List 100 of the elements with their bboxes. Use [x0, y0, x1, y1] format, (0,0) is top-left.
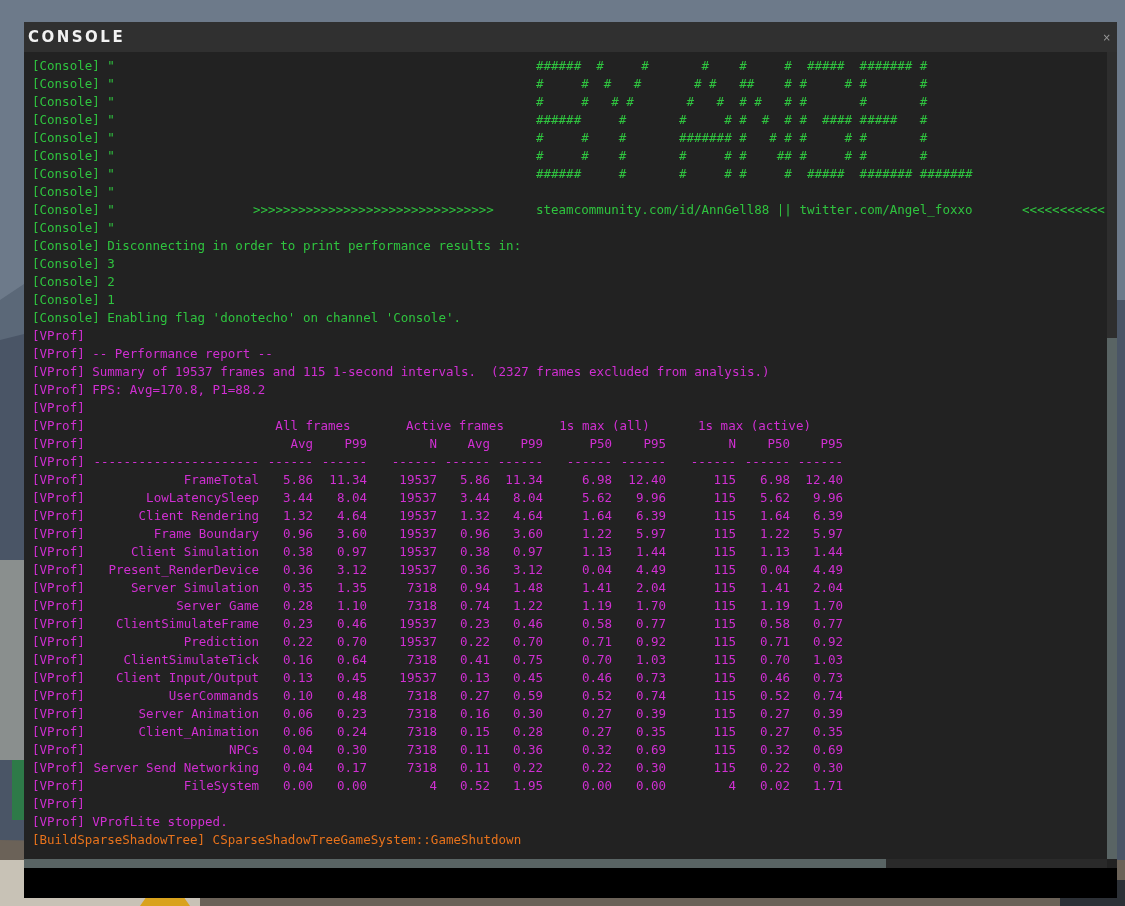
- separator-text: ------: [320, 453, 367, 471]
- separator-text: ------: [266, 453, 313, 471]
- log-line: [Console] ": [32, 148, 115, 163]
- table-cell-text: 0.04: [281, 741, 313, 759]
- table-cell-text: 0.96: [458, 525, 490, 543]
- table-cell-text: 0.30: [335, 741, 367, 759]
- table-cell-text: 1.22: [580, 525, 612, 543]
- separator-text: ------: [390, 453, 437, 471]
- table-cell-text: 7318: [405, 597, 437, 615]
- log-line: [Console] Disconnecting in order to print performance results in:: [32, 237, 522, 255]
- log-prefix: [VProf]: [32, 417, 84, 435]
- command-input[interactable]: [24, 868, 1117, 898]
- table-cell-text: 115: [712, 651, 736, 669]
- table-cell-text: 0.27: [758, 723, 790, 741]
- table-cell-text: 0.77: [634, 615, 666, 633]
- table-cell-text: 3.44: [458, 489, 490, 507]
- table-cell-text: 0.74: [811, 687, 843, 705]
- table-cell-text: 0.30: [511, 705, 543, 723]
- table-cell-text: 0.46: [580, 669, 612, 687]
- log-prefix: [VProf]: [32, 705, 84, 723]
- ascii-art: ###### # # # # # ##### ####### #: [536, 57, 928, 75]
- table-cell-text: 115: [712, 741, 736, 759]
- metric-name: LowLatencySleep: [145, 489, 259, 507]
- column-header: P99: [343, 435, 367, 453]
- separator-text: ------: [796, 453, 843, 471]
- log-line: [VProf]: [32, 327, 85, 345]
- log-prefix: [VProf]: [32, 507, 84, 525]
- table-cell-text: 0.23: [281, 615, 313, 633]
- table-cell-text: 115: [712, 525, 736, 543]
- table-cell-text: 0.30: [634, 759, 666, 777]
- table-cell-text: 1.35: [335, 579, 367, 597]
- table-cell-text: 3.44: [281, 489, 313, 507]
- group-header: 1s max (active): [697, 417, 812, 435]
- vertical-scrollbar[interactable]: [1107, 52, 1117, 859]
- table-cell-text: 0.39: [634, 705, 666, 723]
- table-cell-text: 115: [712, 633, 736, 651]
- table-cell-text: 3.60: [511, 525, 543, 543]
- log-line: [VProf]: [32, 399, 85, 417]
- table-cell-text: 19537: [398, 669, 437, 687]
- table-cell-text: 1.22: [511, 597, 543, 615]
- table-cell-text: 0.22: [580, 759, 612, 777]
- arrow-text: <<<<<<<<<<<: [1022, 201, 1105, 219]
- table-cell-text: 115: [712, 489, 736, 507]
- log-line: [VProf] FPS: Avg=170.8, P1=88.2: [32, 381, 266, 399]
- ascii-art: # # # # # # ## # # # #: [536, 147, 928, 165]
- log-line: [Console] ": [32, 94, 115, 109]
- separator-text: ------: [743, 453, 790, 471]
- close-button[interactable]: ×: [1102, 31, 1111, 43]
- table-cell-text: 0.22: [758, 759, 790, 777]
- table-cell-text: 1.41: [758, 579, 790, 597]
- table-cell-text: 0.92: [811, 633, 843, 651]
- window-title: CONSOLE: [28, 28, 126, 46]
- log-prefix: [VProf]: [32, 723, 84, 741]
- horizontal-scrollbar[interactable]: [24, 859, 1107, 868]
- table-cell-text: 0.94: [458, 579, 490, 597]
- table-cell-text: 1.13: [580, 543, 612, 561]
- column-header: P95: [642, 435, 666, 453]
- table-cell-text: 0.22: [511, 759, 543, 777]
- table-cell-text: 8.04: [335, 489, 367, 507]
- table-cell-text: 0.11: [458, 759, 490, 777]
- table-cell-text: 0.00: [281, 777, 313, 795]
- table-cell-text: 1.71: [811, 777, 843, 795]
- table-cell-text: 0.58: [580, 615, 612, 633]
- metric-name: ClientSimulateTick: [122, 651, 259, 669]
- table-cell-text: 0.58: [758, 615, 790, 633]
- table-cell-text: 7318: [405, 741, 437, 759]
- table-cell-text: 0.28: [511, 723, 543, 741]
- metric-name: Server Animation: [137, 705, 259, 723]
- table-cell-text: 7318: [405, 705, 437, 723]
- log-line: [VProf]: [32, 795, 85, 813]
- table-cell-text: 115: [712, 615, 736, 633]
- table-cell-text: 115: [712, 705, 736, 723]
- log-prefix: [VProf]: [32, 741, 84, 759]
- metric-name: Client Input/Output: [115, 669, 259, 687]
- table-cell-text: 115: [712, 543, 736, 561]
- table-cell-text: 1.32: [281, 507, 313, 525]
- table-cell-text: 0.04: [580, 561, 612, 579]
- log-line: [Console] ": [32, 183, 115, 201]
- metric-name: Server Simulation: [130, 579, 259, 597]
- table-cell-text: 1.64: [580, 507, 612, 525]
- column-header: Avg: [289, 435, 313, 453]
- log-prefix: [VProf]: [32, 543, 84, 561]
- table-cell-text: 0.59: [511, 687, 543, 705]
- group-header: All frames: [274, 417, 352, 435]
- table-cell-text: 0.70: [335, 633, 367, 651]
- metric-name: Server Game: [175, 597, 259, 615]
- table-cell-text: 0.24: [335, 723, 367, 741]
- metric-name: Prediction: [182, 633, 259, 651]
- log-line: [Console] ": [32, 76, 115, 91]
- metric-name: Client Rendering: [137, 507, 259, 525]
- table-cell-text: 0.70: [758, 651, 790, 669]
- table-cell-text: 0.00: [580, 777, 612, 795]
- table-cell-text: 1.48: [511, 579, 543, 597]
- table-cell-text: 19537: [398, 525, 437, 543]
- table-cell-text: 0.41: [458, 651, 490, 669]
- table-cell-text: 0.45: [335, 669, 367, 687]
- table-cell-text: 0.16: [458, 705, 490, 723]
- log-line: [VProf] -- Performance report --: [32, 345, 273, 363]
- table-cell-text: 0.17: [335, 759, 367, 777]
- table-cell-text: 3.12: [511, 561, 543, 579]
